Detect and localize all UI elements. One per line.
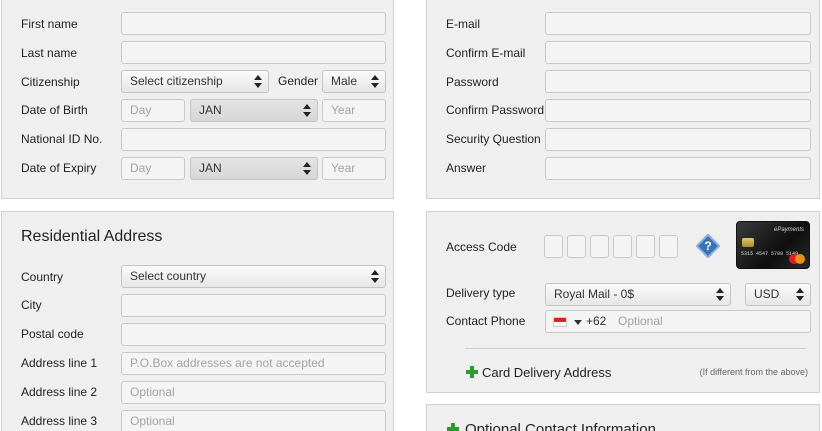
delivery-type-value: Royal Mail - 0$ (554, 287, 635, 301)
address-line3-input[interactable]: Optional (121, 410, 386, 431)
card-delivery-note: (If different from the above) (699, 367, 808, 377)
address-line3-label: Address line 3 (21, 414, 98, 428)
divider (465, 348, 806, 349)
country-select[interactable]: Select country (121, 265, 386, 288)
citizenship-select[interactable]: Select citizenship (121, 70, 269, 93)
card-chip-icon (742, 238, 754, 247)
address-line2-input[interactable]: Optional (121, 381, 386, 404)
expiry-label: Date of Expiry (21, 161, 97, 175)
address-line1-input[interactable]: P.O.Box addresses are not accepted (121, 352, 386, 375)
select-arrows-icon (303, 104, 311, 117)
access-code-digit-4[interactable] (613, 235, 632, 258)
card-brand-logo: ePayments (773, 227, 804, 233)
expiry-month-select[interactable]: JAN (190, 157, 318, 180)
chevron-down-icon[interactable] (574, 320, 582, 325)
first-name-label: First name (21, 17, 78, 31)
security-question-label: Security Question (446, 132, 541, 146)
card-delivery-address-label: Card Delivery Address (482, 365, 612, 380)
plus-icon (466, 366, 478, 378)
contact-phone-input[interactable]: +62 Optional (545, 310, 811, 333)
help-icon-symbol: ? (704, 239, 712, 253)
personal-info-panel: First name Last name Citizenship Select … (1, 0, 394, 199)
optional-contact-title: Optional Contact Information (465, 421, 656, 431)
access-code-label: Access Code (446, 240, 517, 254)
residential-address-panel: Residential Address Country Select count… (1, 211, 394, 431)
access-code-digit-6[interactable] (659, 235, 678, 258)
address-line2-label: Address line 2 (21, 385, 98, 399)
access-code-digit-3[interactable] (590, 235, 609, 258)
expiry-month-value: JAN (199, 161, 222, 175)
dob-label: Date of Birth (21, 103, 88, 117)
contact-phone-label: Contact Phone (446, 314, 526, 328)
city-input[interactable] (121, 294, 386, 317)
select-arrows-icon (716, 288, 724, 301)
account-panel: E-mail Confirm E-mail Password Confirm P… (426, 0, 820, 199)
dob-day-input[interactable]: Day (121, 99, 185, 122)
payment-card-image: ePayments 5315 4547 5700 5149 (736, 221, 810, 269)
postal-code-input[interactable] (121, 323, 386, 346)
currency-value: USD (754, 287, 780, 301)
delivery-panel: Access Code ? ePayments 5315 4547 5700 5… (426, 211, 820, 393)
gender-select[interactable]: Male (322, 70, 386, 93)
mastercard-logo-icon (789, 254, 805, 264)
confirm-password-input[interactable] (545, 99, 811, 122)
delivery-type-label: Delivery type (446, 286, 516, 300)
phone-placeholder: Optional (618, 314, 663, 328)
select-arrows-icon (796, 288, 804, 301)
confirm-email-label: Confirm E-mail (446, 46, 526, 60)
citizenship-select-value: Select citizenship (130, 74, 223, 88)
country-select-value: Select country (130, 269, 207, 283)
gender-label: Gender (278, 74, 319, 88)
expiry-day-input[interactable]: Day (121, 157, 185, 180)
dob-year-input[interactable]: Year (322, 99, 386, 122)
security-question-input[interactable] (545, 128, 811, 151)
confirm-email-input[interactable] (545, 41, 811, 64)
access-code-boxes (544, 235, 684, 259)
address-line1-label: Address line 1 (21, 356, 98, 370)
citizenship-label: Citizenship (21, 75, 80, 89)
select-arrows-icon (371, 270, 379, 283)
select-arrows-icon (254, 75, 262, 88)
indonesia-flag-icon[interactable] (553, 317, 567, 327)
gender-select-value: Male (331, 74, 358, 88)
answer-input[interactable] (545, 157, 811, 180)
optional-contact-panel: Optional Contact Information (426, 404, 820, 431)
plus-icon (447, 423, 459, 431)
last-name-input[interactable] (121, 41, 386, 64)
email-input[interactable] (545, 12, 811, 35)
country-label: Country (21, 270, 64, 284)
last-name-label: Last name (21, 46, 78, 60)
currency-select[interactable]: USD (745, 283, 811, 306)
first-name-input[interactable] (121, 12, 386, 35)
select-arrows-icon (303, 162, 311, 175)
select-arrows-icon (371, 75, 379, 88)
dob-month-select[interactable]: JAN (190, 99, 318, 122)
access-code-digit-1[interactable] (544, 235, 563, 258)
password-label: Password (446, 75, 499, 89)
delivery-type-select[interactable]: Royal Mail - 0$ (545, 283, 731, 306)
residential-address-title: Residential Address (21, 228, 163, 245)
dob-month-value: JAN (199, 103, 222, 117)
password-input[interactable] (545, 70, 811, 93)
answer-label: Answer (446, 161, 487, 175)
confirm-password-label: Confirm Password (446, 103, 545, 117)
phone-prefix: +62 (586, 314, 607, 328)
email-label: E-mail (446, 17, 481, 31)
card-delivery-address-toggle[interactable]: Card Delivery Address (465, 364, 635, 382)
national-id-input[interactable] (121, 128, 386, 151)
national-id-label: National ID No. (21, 132, 103, 146)
city-label: City (21, 298, 42, 312)
access-code-digit-2[interactable] (567, 235, 586, 258)
access-code-digit-5[interactable] (636, 235, 655, 258)
optional-contact-toggle[interactable]: Optional Contact Information (446, 421, 706, 431)
help-icon[interactable]: ? (695, 233, 721, 259)
postal-code-label: Postal code (21, 327, 84, 341)
expiry-year-input[interactable]: Year (322, 157, 386, 180)
